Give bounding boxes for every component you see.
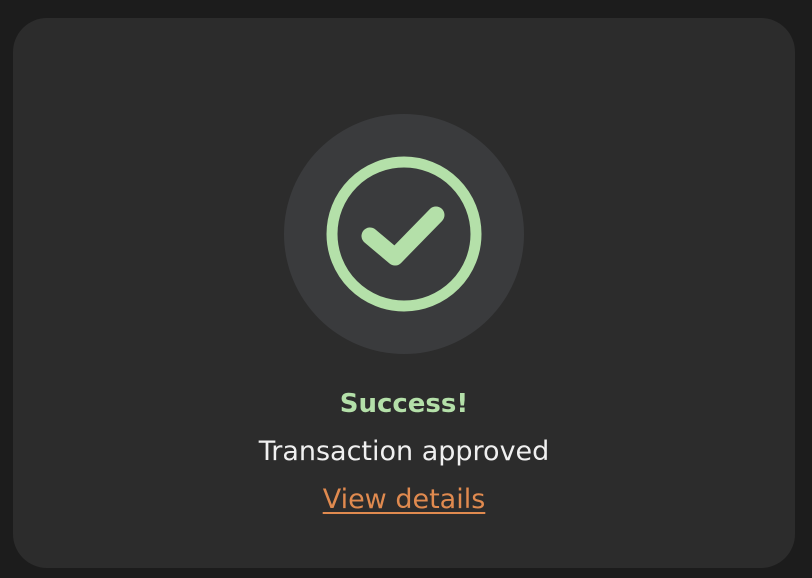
status-icon-backdrop <box>284 114 524 354</box>
success-title: Success! <box>339 389 469 419</box>
transaction-message: Transaction approved <box>258 436 550 467</box>
success-card: Success! Transaction approved View detai… <box>13 18 795 568</box>
view-details-link[interactable]: View details <box>323 484 486 515</box>
check-circle-icon <box>326 156 482 312</box>
